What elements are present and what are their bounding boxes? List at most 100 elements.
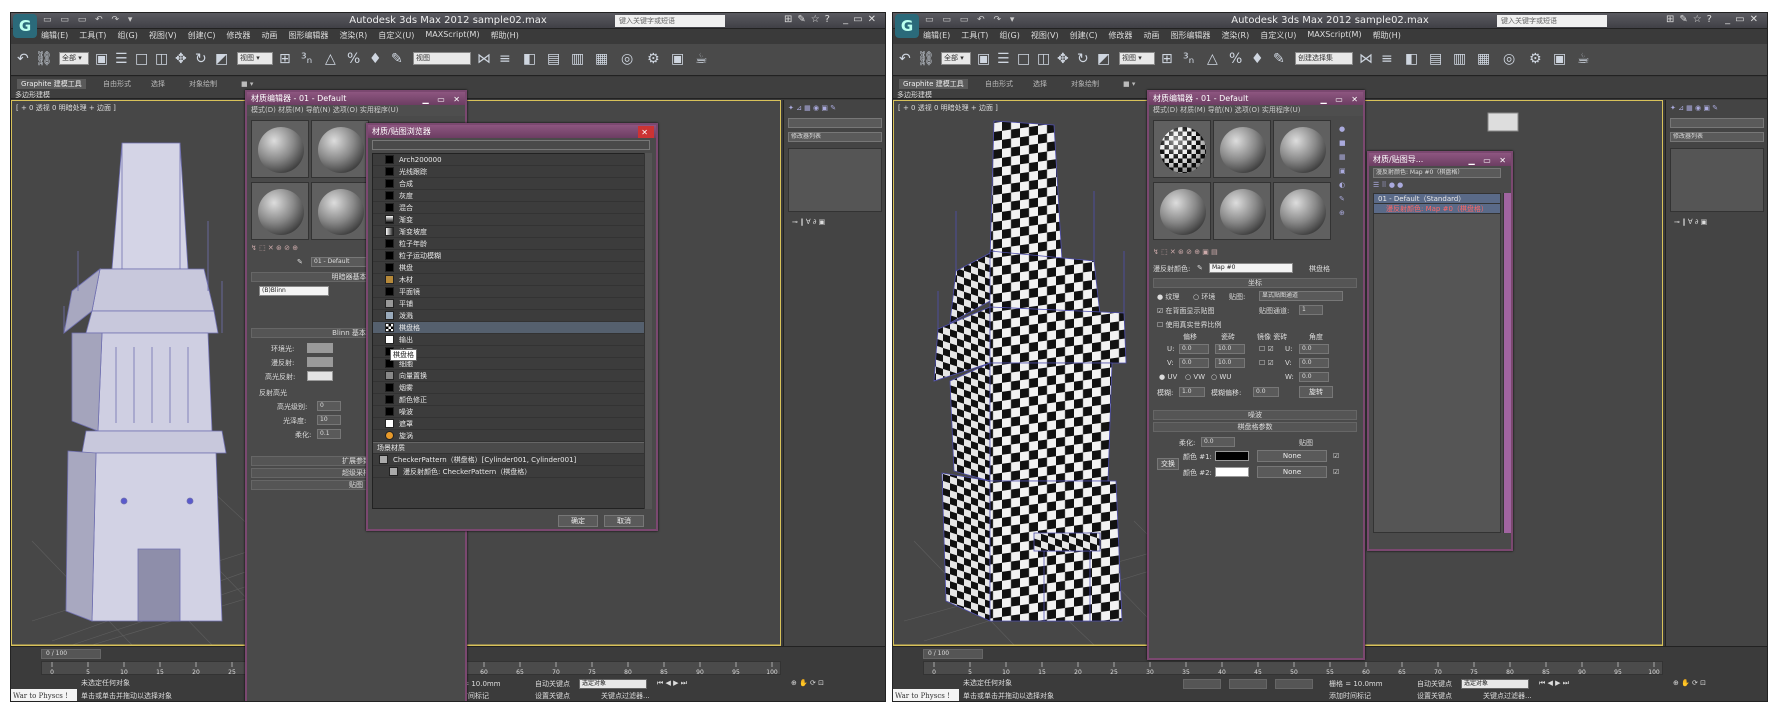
stack-tools-icon[interactable]: ⊸ ‖ ∀ ∂ ▣ (1674, 218, 1707, 226)
pick-material-icon[interactable]: ✎ (297, 258, 303, 266)
rendered-frame-icon[interactable]: ▣ (1553, 50, 1566, 68)
menu-graph-editors[interactable]: 图形编辑器 (1170, 30, 1210, 43)
navigator-titlebar[interactable]: 材质/贴图导... ▁ ▭ ✕ (1369, 153, 1511, 166)
menu-edit[interactable]: 编辑(E) (923, 30, 950, 43)
graphite-icon[interactable]: ▤ (1429, 50, 1442, 68)
render-icon[interactable]: ☕ (1577, 50, 1590, 68)
list-item[interactable]: 泼溅 (373, 310, 651, 322)
menu-modifiers[interactable]: 修改器 (226, 30, 250, 43)
pivot-icon[interactable]: ⊞ (279, 50, 291, 68)
graphite-icon[interactable]: ▤ (547, 50, 560, 68)
tree-item-map[interactable]: 漫反射颜色: Map #0（棋盘格） (1374, 204, 1500, 214)
viewport-nav-icon[interactable]: ⊕ ✋ ⟳ ⊡ (791, 679, 824, 687)
menu-maxscript[interactable]: MAXScript(M) (425, 30, 479, 43)
modifier-list-dropdown[interactable]: 修改器列表 (1670, 132, 1764, 142)
list-item[interactable]: 向量置换 (373, 370, 651, 382)
align-icon[interactable]: ≡ (1381, 50, 1393, 68)
scene-materials-group[interactable]: 场景材质 (373, 442, 651, 454)
real-world-checkbox[interactable]: ☐ 使用真实世界比例 (1157, 320, 1222, 330)
menu-customize[interactable]: 自定义(U) (1260, 30, 1296, 43)
swap-button[interactable]: 交换 (1157, 458, 1179, 470)
ribbon-options-icon[interactable]: ■ ▾ (237, 79, 257, 89)
list-item[interactable]: 平铺 (373, 298, 651, 310)
app-logo-icon[interactable]: G (895, 14, 919, 38)
rect-selection-icon[interactable]: □ (1017, 50, 1030, 68)
blur-field[interactable]: 1.0 (1179, 387, 1205, 397)
color1-map-checkbox[interactable]: ☑ (1333, 452, 1339, 460)
sample-slot[interactable] (311, 120, 369, 178)
browser-search-field[interactable] (372, 140, 650, 150)
list-item[interactable]: 噪波 (373, 406, 651, 418)
set-key-button[interactable]: 设置关键点 (1417, 691, 1452, 701)
slot-toolbar-icon[interactable]: ↯ ⬚ ✕ ⊛ ⊘ ⊕ ▣ ▤ (1153, 248, 1218, 256)
window-crossing-icon[interactable]: ◫ (1037, 50, 1050, 68)
v-mirror-tile-checkbox[interactable]: ☐ ☑ (1259, 359, 1274, 367)
menu-create[interactable]: 创建(C) (1070, 30, 1098, 43)
side-tools-icon[interactable]: ● ■ ▦ ▣ ◐ ✎ ⊕ (1339, 122, 1349, 220)
link-icon[interactable]: ⛓ (917, 50, 935, 68)
browser-scrollbar[interactable] (644, 153, 652, 509)
scale-icon[interactable]: ◩ (1097, 50, 1110, 68)
material-editor-titlebar[interactable]: 材质编辑器 - 01 - Default ▁ ▭ ✕ (1149, 92, 1363, 105)
track-bar[interactable]: 0 5 10 15 20 25 30 35 40 45 50 55 60 65 70 75 80 85 90 95 10… (923, 661, 1663, 676)
u-angle-field[interactable]: 0.0 (1299, 344, 1329, 354)
percent-snap-icon[interactable]: % (1229, 50, 1242, 68)
list-item[interactable]: 输出 (373, 334, 651, 346)
tab-freeform[interactable]: 自由形式 (981, 79, 1017, 89)
window-controls[interactable]: ⊞✎☆? _▭✕ (784, 14, 881, 25)
search-input[interactable]: 键入关键字或短语 (1497, 15, 1607, 27)
select-object-icon[interactable]: ▣ (95, 50, 108, 68)
tab-graphite[interactable]: Graphite 建模工具 (17, 79, 86, 89)
list-item[interactable]: 木材 (373, 274, 651, 286)
specular-level-field[interactable]: 0 (317, 401, 341, 411)
specular-swatch[interactable] (307, 371, 333, 381)
show-on-back-checkbox[interactable]: ☑ 在背面显示贴图 (1157, 306, 1215, 316)
rendered-frame-icon[interactable]: ▣ (671, 50, 684, 68)
list-item[interactable]: 渐变 (373, 214, 651, 226)
map-name-field[interactable]: Map #0 (1209, 263, 1293, 273)
sample-slot-active[interactable] (1153, 120, 1211, 178)
list-item-selected[interactable]: 棋盘格 (373, 322, 651, 334)
v-offset-field[interactable]: 0.0 (1179, 358, 1209, 368)
mirror-icon[interactable]: ⋈ (1359, 50, 1373, 68)
playback-controls-icon[interactable]: ⏮ ◀ ▶ ⏭ (1539, 679, 1569, 688)
render-setup-icon[interactable]: ⚙ (1529, 50, 1542, 68)
object-name-field[interactable] (788, 118, 882, 128)
edit-named-sel-icon[interactable]: ✎ (391, 50, 403, 68)
selection-filter-dropdown[interactable]: 全部 ▾ (941, 52, 971, 65)
named-selection-set[interactable]: 视图 (413, 52, 471, 65)
material-editor-menu[interactable]: 模式(D) 材质(M) 导航(N) 选项(O) 实用程序(U) (1149, 105, 1363, 116)
tab-object-paint[interactable]: 对象绘制 (1067, 79, 1103, 89)
shader-dropdown[interactable]: (B)Blinn (259, 286, 329, 296)
map-type-button[interactable]: 棋盘格 (1309, 264, 1330, 274)
navigator-tree[interactable]: 01 - Default（Standard） 漫反射颜色: Map #0（棋盘格… (1373, 193, 1501, 533)
color1-map-button[interactable]: None (1257, 450, 1327, 462)
window-controls[interactable]: ⊞✎☆? _▭✕ (1666, 14, 1763, 25)
maxscript-listener[interactable]: War to Physcs ! (893, 689, 959, 701)
playback-controls-icon[interactable]: ⏮ ◀ ▶ ⏭ (657, 679, 687, 688)
command-panel-tabs-icon[interactable]: ✦ ⊿ ▦ ◉ ▣ ✎ (1670, 104, 1718, 112)
sample-slot[interactable] (1213, 182, 1271, 240)
rotate-button[interactable]: 旋转 (1299, 386, 1333, 398)
menu-graph-editors[interactable]: 图形编辑器 (288, 30, 328, 43)
menu-maxscript[interactable]: MAXScript(M) (1307, 30, 1361, 43)
snap-icon[interactable]: ³ₙ (301, 50, 312, 68)
navigator-view-icon[interactable]: ☰ ⠿ ● ● (1373, 181, 1403, 189)
close-icon[interactable]: ✕ (638, 126, 654, 138)
key-filters-button[interactable]: 关键点过滤器... (601, 691, 650, 701)
maxscript-listener[interactable]: War to Physcs ! (11, 689, 77, 701)
tree-item-material[interactable]: 01 - Default（Standard） (1374, 194, 1500, 204)
menu-views[interactable]: 视图(V) (1031, 30, 1059, 43)
stack-tools-icon[interactable]: ⊸ ‖ ∀ ∂ ▣ (792, 218, 825, 226)
object-name-field[interactable] (1670, 118, 1764, 128)
tab-graphite[interactable]: Graphite 建模工具 (899, 79, 968, 89)
list-item[interactable]: 粒子运动模糊 (373, 250, 651, 262)
angle-snap-icon[interactable]: △ (1207, 50, 1218, 68)
cancel-button[interactable]: 取消 (604, 515, 644, 527)
list-item[interactable]: 颜色修正 (373, 394, 651, 406)
render-setup-icon[interactable]: ⚙ (647, 50, 660, 68)
select-object-icon[interactable]: ▣ (977, 50, 990, 68)
menu-edit[interactable]: 编辑(E) (41, 30, 68, 43)
wu-radio[interactable]: ○ WU (1211, 373, 1231, 381)
soften-field[interactable]: 0.0 (1201, 437, 1235, 447)
